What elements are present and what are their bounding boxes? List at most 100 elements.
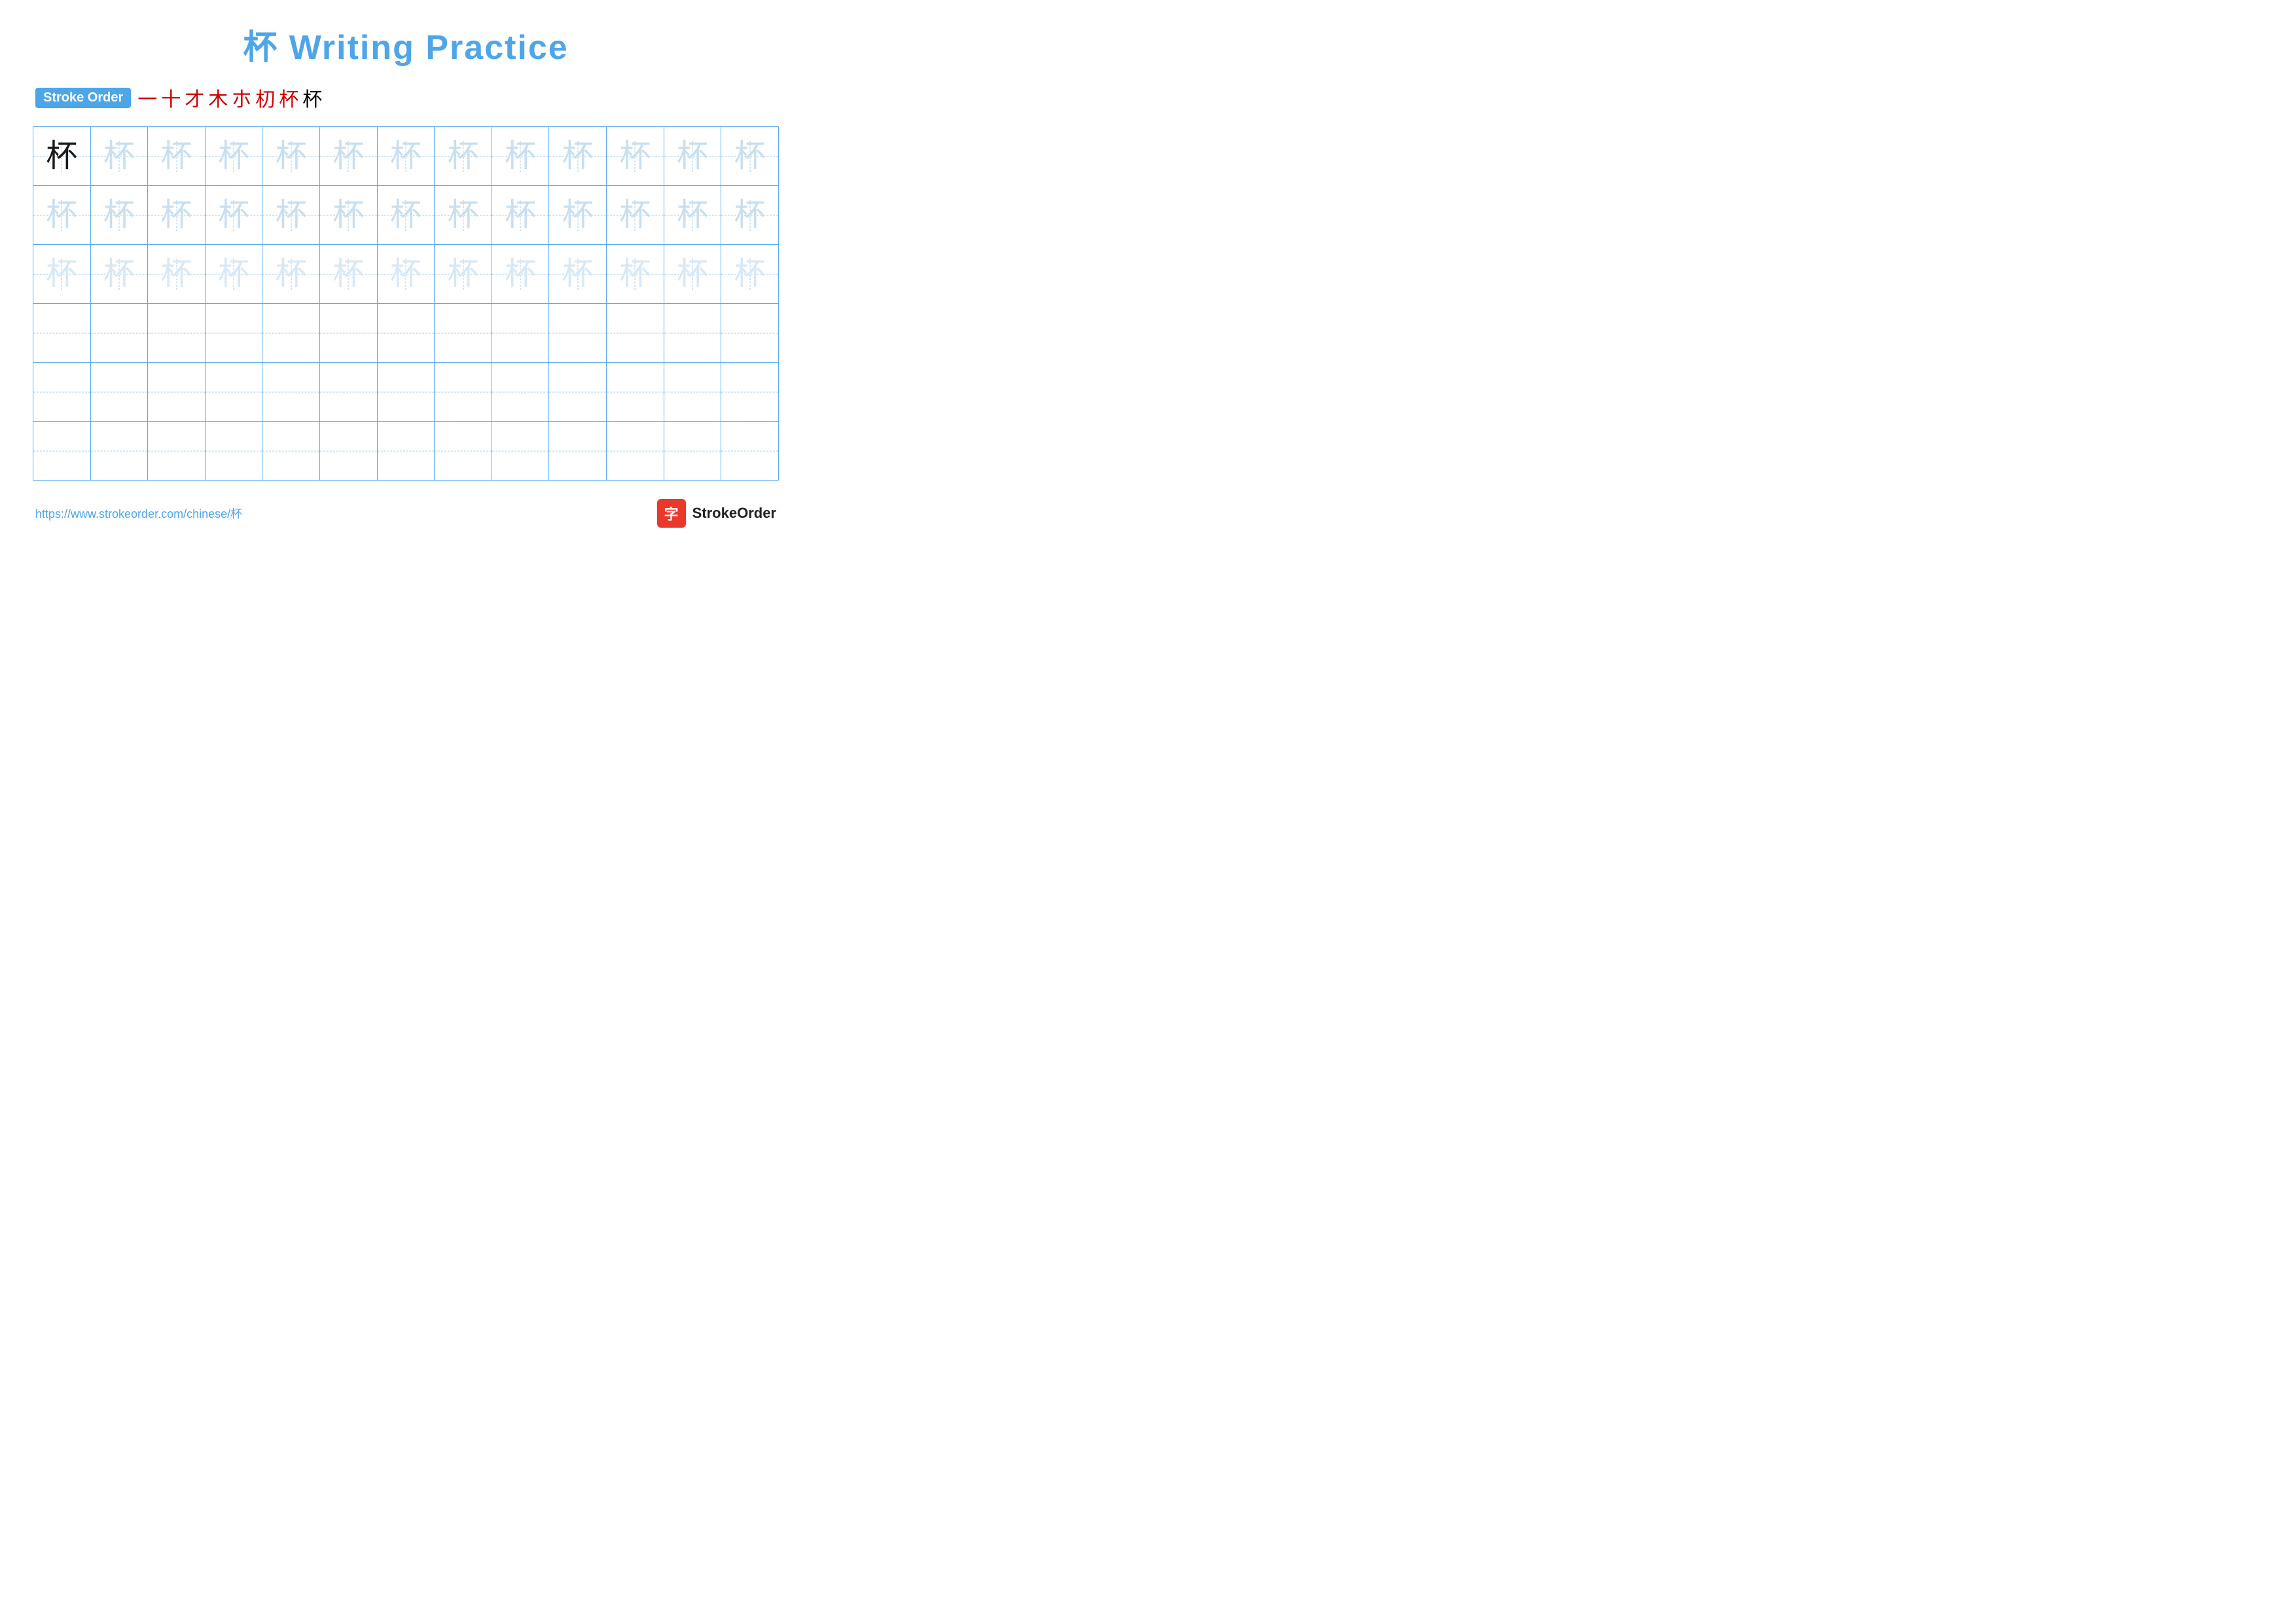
- grid-cell[interactable]: 杯: [148, 186, 206, 245]
- grid-cell[interactable]: [90, 422, 148, 481]
- stroke-step-5: 朩: [232, 83, 251, 112]
- character-light: 杯: [505, 200, 536, 231]
- character-light: 杯: [218, 200, 249, 231]
- grid-cell[interactable]: [549, 363, 607, 422]
- grid-cell[interactable]: [664, 304, 721, 363]
- grid-cell[interactable]: [320, 363, 378, 422]
- grid-cell[interactable]: 杯: [90, 245, 148, 304]
- grid-cell[interactable]: 杯: [607, 127, 664, 186]
- grid-cell[interactable]: [262, 363, 320, 422]
- grid-cell[interactable]: [492, 363, 549, 422]
- character-light: 杯: [619, 141, 651, 172]
- grid-cell[interactable]: 杯: [492, 186, 549, 245]
- grid-cell[interactable]: [377, 304, 435, 363]
- grid-cell[interactable]: [205, 304, 262, 363]
- grid-cell[interactable]: [435, 363, 492, 422]
- grid-cell[interactable]: [90, 304, 148, 363]
- grid-cell[interactable]: [262, 304, 320, 363]
- grid-cell[interactable]: [262, 422, 320, 481]
- grid-cell[interactable]: 杯: [435, 186, 492, 245]
- grid-cell[interactable]: [205, 363, 262, 422]
- grid-cell[interactable]: [721, 304, 779, 363]
- grid-cell[interactable]: [33, 422, 91, 481]
- grid-cell[interactable]: [435, 304, 492, 363]
- grid-cell[interactable]: 杯: [664, 127, 721, 186]
- stroke-step-8: 杯: [302, 83, 322, 112]
- grid-cell[interactable]: 杯: [320, 245, 378, 304]
- grid-cell[interactable]: 杯: [435, 127, 492, 186]
- grid-cell[interactable]: [435, 422, 492, 481]
- grid-cell[interactable]: [148, 304, 206, 363]
- character-lighter: 杯: [276, 259, 307, 290]
- character-light: 杯: [332, 200, 364, 231]
- character-lighter: 杯: [619, 259, 651, 290]
- grid-cell[interactable]: 杯: [549, 186, 607, 245]
- character-lighter: 杯: [562, 259, 594, 290]
- grid-cell[interactable]: [664, 363, 721, 422]
- grid-cell[interactable]: [664, 422, 721, 481]
- stroke-order-row: Stroke Order 一 十 才 木 朩 朷 杯 杯: [33, 83, 779, 112]
- grid-cell[interactable]: [607, 363, 664, 422]
- grid-cell[interactable]: [492, 304, 549, 363]
- grid-cell[interactable]: 杯: [607, 186, 664, 245]
- grid-cell[interactable]: 杯: [90, 127, 148, 186]
- character-lighter: 杯: [103, 259, 135, 290]
- grid-cell[interactable]: 杯: [721, 245, 779, 304]
- grid-cell[interactable]: 杯: [664, 186, 721, 245]
- footer: https://www.strokeorder.com/chinese/杯 字 …: [33, 499, 779, 528]
- character-light: 杯: [390, 200, 422, 231]
- stroke-steps: 一 十 才 木 朩 朷 杯 杯: [137, 83, 322, 112]
- grid-cell[interactable]: 杯: [377, 245, 435, 304]
- grid-cell[interactable]: 杯: [435, 245, 492, 304]
- character-lighter: 杯: [390, 259, 422, 290]
- grid-cell[interactable]: 杯: [721, 127, 779, 186]
- grid-cell[interactable]: 杯: [33, 186, 91, 245]
- grid-cell[interactable]: [377, 422, 435, 481]
- grid-cell[interactable]: [721, 363, 779, 422]
- grid-cell[interactable]: 杯: [721, 186, 779, 245]
- grid-cell[interactable]: 杯: [664, 245, 721, 304]
- character-light: 杯: [161, 200, 192, 231]
- grid-cell[interactable]: 杯: [262, 127, 320, 186]
- grid-cell[interactable]: [148, 422, 206, 481]
- grid-cell[interactable]: [320, 304, 378, 363]
- grid-cell[interactable]: [607, 422, 664, 481]
- grid-cell[interactable]: 杯: [33, 127, 91, 186]
- grid-cell[interactable]: 杯: [607, 245, 664, 304]
- footer-url[interactable]: https://www.strokeorder.com/chinese/杯: [35, 505, 242, 522]
- grid-cell[interactable]: 杯: [148, 245, 206, 304]
- grid-cell[interactable]: [492, 422, 549, 481]
- grid-cell[interactable]: [320, 422, 378, 481]
- character-light: 杯: [103, 141, 135, 172]
- grid-cell[interactable]: 杯: [262, 186, 320, 245]
- grid-cell[interactable]: [607, 304, 664, 363]
- grid-cell[interactable]: 杯: [262, 245, 320, 304]
- grid-cell[interactable]: [148, 363, 206, 422]
- grid-cell[interactable]: [205, 422, 262, 481]
- grid-cell[interactable]: 杯: [205, 245, 262, 304]
- grid-cell[interactable]: 杯: [320, 186, 378, 245]
- grid-cell[interactable]: 杯: [148, 127, 206, 186]
- grid-cell[interactable]: 杯: [492, 245, 549, 304]
- grid-cell[interactable]: [549, 422, 607, 481]
- grid-cell[interactable]: 杯: [492, 127, 549, 186]
- grid-cell[interactable]: 杯: [549, 127, 607, 186]
- grid-cell[interactable]: [377, 363, 435, 422]
- grid-cell[interactable]: 杯: [205, 186, 262, 245]
- grid-cell[interactable]: [721, 422, 779, 481]
- grid-cell[interactable]: 杯: [377, 127, 435, 186]
- grid-cell[interactable]: [33, 363, 91, 422]
- character-light: 杯: [562, 141, 594, 172]
- grid-cell[interactable]: 杯: [90, 186, 148, 245]
- grid-cell[interactable]: 杯: [33, 245, 91, 304]
- character-lighter: 杯: [734, 259, 766, 290]
- grid-cell[interactable]: 杯: [320, 127, 378, 186]
- grid-cell[interactable]: [90, 363, 148, 422]
- grid-cell[interactable]: 杯: [377, 186, 435, 245]
- grid-cell[interactable]: [33, 304, 91, 363]
- grid-row-3: 杯 杯 杯 杯 杯 杯 杯 杯 杯 杯 杯 杯 杯: [33, 245, 779, 304]
- grid-cell[interactable]: 杯: [205, 127, 262, 186]
- character-light: 杯: [276, 141, 307, 172]
- grid-cell[interactable]: 杯: [549, 245, 607, 304]
- grid-cell[interactable]: [549, 304, 607, 363]
